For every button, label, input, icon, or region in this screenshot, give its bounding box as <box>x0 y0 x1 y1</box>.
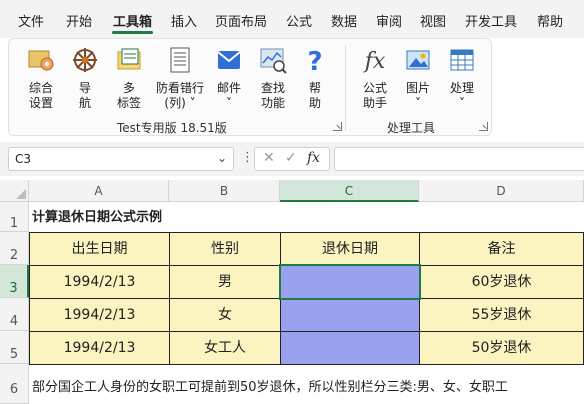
mail-icon <box>217 51 241 69</box>
active-cell-outline <box>279 264 421 300</box>
picture-button[interactable]: 图片 ˅ <box>399 45 437 115</box>
mail-button[interactable]: 邮件 ˅ <box>211 45 247 115</box>
row-header-3[interactable]: 3 <box>0 265 29 298</box>
column-header-a[interactable]: A <box>29 180 169 202</box>
group1-dialog-launcher[interactable] <box>333 122 342 131</box>
note-text[interactable]: 部分国企工人身份的女职工可提前到50岁退休，所以性别栏分三类:男、女、女职工 <box>32 376 508 395</box>
menu-home[interactable]: 开始 <box>66 11 92 30</box>
menu-help[interactable]: 帮助 <box>537 11 563 30</box>
formula-buttons: ✕ ✓ fx <box>254 147 330 171</box>
group2-dialog-launcher[interactable] <box>479 122 488 131</box>
ribbon-group-separator <box>345 45 346 131</box>
find-feature-button[interactable]: 查找 功能 <box>253 45 293 115</box>
menu-developer[interactable]: 开发工具 <box>465 11 517 30</box>
row-header-2[interactable]: 2 <box>0 232 29 265</box>
picture-icon <box>406 50 430 70</box>
cell-b5[interactable]: 女工人 <box>169 331 281 365</box>
header-remark[interactable]: 备注 <box>419 232 584 266</box>
formula-assistant-button[interactable]: fx 公式 助手 <box>355 45 395 115</box>
multi-tab-button[interactable]: 多 标签 <box>107 45 151 115</box>
cell-b4[interactable]: 女 <box>169 298 281 332</box>
sheet-title[interactable]: 计算退休日期公式示例 <box>32 206 162 225</box>
cell-c4[interactable] <box>280 298 420 332</box>
cell-a5[interactable]: 1994/2/13 <box>29 331 170 365</box>
grid-highlight-icon <box>170 47 190 73</box>
menu-page-layout[interactable]: 页面布局 <box>215 11 267 30</box>
formula-bar: C3 ⌄ ⋮ ✕ ✓ fx <box>0 142 584 176</box>
name-box-value: C3 <box>15 152 32 166</box>
column-header-c[interactable]: C <box>280 180 419 202</box>
cell-b3[interactable]: 男 <box>169 265 281 299</box>
gear-settings-icon <box>28 50 54 71</box>
header-gender[interactable]: 性别 <box>169 232 281 266</box>
cell-a4[interactable]: 1994/2/13 <box>29 298 170 332</box>
process-button[interactable]: 处理 ˅ <box>443 45 481 115</box>
menu-file[interactable]: 文件 <box>18 11 44 30</box>
insert-function-icon[interactable]: fx <box>307 150 320 166</box>
menu-toolbox[interactable]: 工具箱 <box>113 11 152 30</box>
name-box[interactable]: C3 ⌄ <box>8 147 234 171</box>
help-icon: ? <box>307 47 322 75</box>
multi-tab-folder-icon <box>117 48 141 70</box>
chevron-down-icon[interactable]: ⌄ <box>217 151 227 165</box>
help-button[interactable]: ? 帮 助 <box>299 45 331 115</box>
cancel-icon[interactable]: ✕ <box>263 150 275 166</box>
enter-icon[interactable]: ✓ <box>285 150 297 166</box>
menu-review[interactable]: 审阅 <box>376 11 402 30</box>
cell-c5[interactable] <box>280 331 420 365</box>
menu-formulas[interactable]: 公式 <box>286 11 312 30</box>
general-settings-button[interactable]: 综合 设置 <box>19 45 63 115</box>
cell-d5[interactable]: 50岁退休 <box>419 331 584 365</box>
menu-bar: 文件 开始 工具箱 插入 页面布局 公式 数据 审阅 视图 开发工具 帮助 <box>0 0 584 38</box>
cell-d4[interactable]: 55岁退休 <box>419 298 584 332</box>
group-label-process-tools: 处理工具 <box>387 121 436 135</box>
navigation-wheel-icon <box>73 48 97 72</box>
menu-insert[interactable]: 插入 <box>171 11 197 30</box>
formula-input[interactable] <box>334 147 584 171</box>
find-icon <box>260 48 287 74</box>
row-header-6[interactable]: 6 <box>0 364 29 404</box>
header-retire-date[interactable]: 退休日期 <box>280 232 420 266</box>
column-header-b[interactable]: B <box>169 180 280 202</box>
row-header-5[interactable]: 5 <box>0 331 29 364</box>
svg-text:fx: fx <box>363 49 386 74</box>
row-header-4[interactable]: 4 <box>0 298 29 331</box>
column-header-d[interactable]: D <box>419 180 584 202</box>
more-options-icon[interactable]: ⋮ <box>241 150 254 165</box>
group-label-test-edition: Test专用版 18.51版 <box>117 121 227 135</box>
active-tab-indicator <box>112 31 153 34</box>
formula-fx-icon: fx <box>363 49 386 74</box>
reading-guide-button[interactable]: 防看错行 (列) ˅ <box>151 45 209 115</box>
select-all-corner[interactable] <box>0 180 29 202</box>
cell-d3[interactable]: 60岁退休 <box>419 265 584 299</box>
table-process-icon <box>450 49 474 71</box>
menu-data[interactable]: 数据 <box>331 11 357 30</box>
cell-a3[interactable]: 1994/2/13 <box>29 265 170 299</box>
header-birth-date[interactable]: 出生日期 <box>29 232 170 266</box>
ribbon: 综合 设置 导 航 多 标签 防看错行 (列) ˅ 邮件 ˅ 查找 功能 ? 帮… <box>8 38 492 136</box>
svg-text:?: ? <box>307 47 322 75</box>
row-header-1[interactable]: 1 <box>0 202 29 232</box>
navigation-button[interactable]: 导 航 <box>67 45 103 115</box>
menu-view[interactable]: 视图 <box>420 11 446 30</box>
